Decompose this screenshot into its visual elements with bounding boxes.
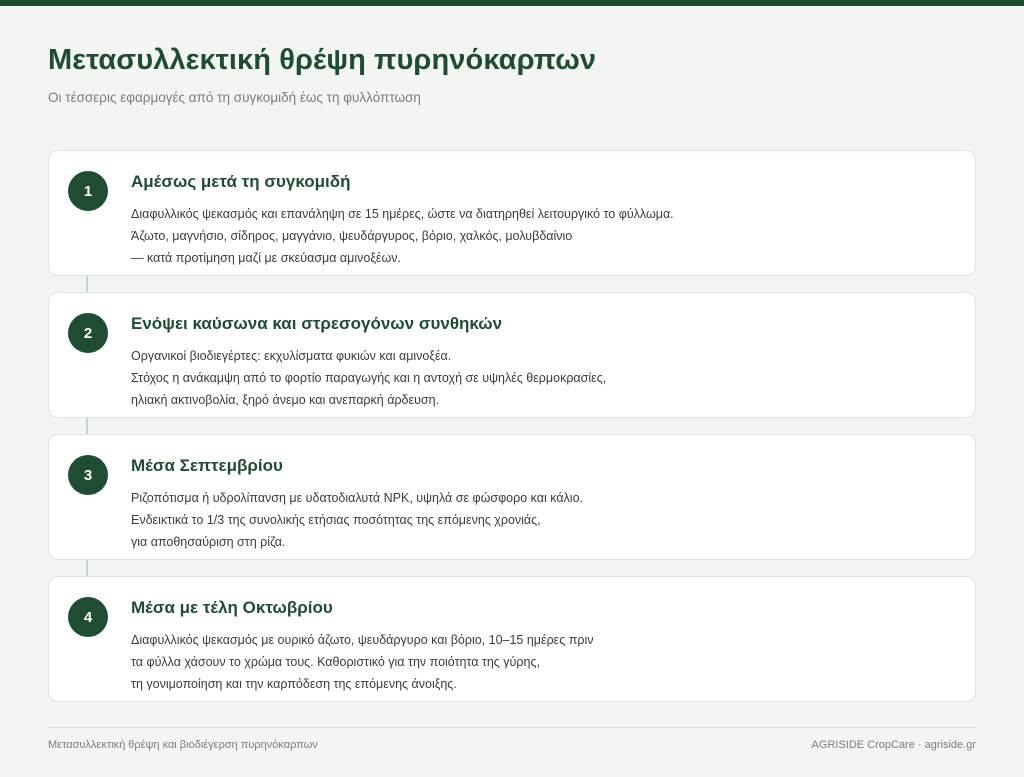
page-title: Μετασυλλεκτική θρέψη πυρηνόκαρπων xyxy=(48,44,597,76)
step-card-2: 2 Ενόψει καύσωνα και στρεσογόνων συνθηκώ… xyxy=(48,292,976,418)
step-description: Διαφυλλικός ψεκασμός με ουρικό άζωτο, ψε… xyxy=(131,629,951,695)
step-line: — κατά προτίμηση μαζί με σκεύασμα αμινοξ… xyxy=(131,251,401,265)
step-line: Διαφυλλικός ψεκασμός και επανάληψη σε 15… xyxy=(131,207,674,221)
top-accent-bar xyxy=(0,0,1024,6)
step-line: για αποθησαύριση στη ρίζα. xyxy=(131,535,286,549)
step-number-badge: 3 xyxy=(68,455,108,495)
step-line: Ενδεικτικά το 1/3 της συνολικής ετήσιας … xyxy=(131,513,541,527)
footer-brand: AGRISIDE CropCare · agriside.gr xyxy=(811,739,976,751)
step-number-badge: 1 xyxy=(68,171,108,211)
step-title: Αμέσως μετά τη συγκομιδή xyxy=(131,172,351,191)
step-line: ηλιακή ακτινοβολία, ξηρό άνεμο και ανεπα… xyxy=(131,393,440,407)
step-description: Διαφυλλικός ψεκασμός και επανάληψη σε 15… xyxy=(131,203,951,269)
step-line: Άζωτο, μαγνήσιο, σίδηρος, μαγγάνιο, ψευδ… xyxy=(131,229,573,243)
step-title: Μέσα Σεπτεμβρίου xyxy=(131,456,283,475)
step-card-4: 4 Μέσα με τέλη Οκτωβρίου Διαφυλλικός ψεκ… xyxy=(48,576,976,702)
step-line: Ριζοπότισμα ή υδρολίπανση με υδατοδιαλυτ… xyxy=(131,491,584,505)
step-number-badge: 2 xyxy=(68,313,108,353)
step-description: Οργανικοί βιοδιεγέρτες: εκχυλίσματα φυκι… xyxy=(131,345,951,411)
step-card-1: 1 Αμέσως μετά τη συγκομιδή Διαφυλλικός ψ… xyxy=(48,150,976,276)
step-description: Ριζοπότισμα ή υδρολίπανση με υδατοδιαλυτ… xyxy=(131,487,951,553)
footer-divider xyxy=(48,727,976,728)
step-line: τα φύλλα χάσουν το χρώμα τους. Καθοριστι… xyxy=(131,655,540,669)
step-number-badge: 4 xyxy=(68,597,108,637)
step-title: Ενόψει καύσωνα και στρεσογόνων συνθηκών xyxy=(131,314,503,333)
step-line: τη γονιμοποίηση και την καρπόδεση της επ… xyxy=(131,677,457,691)
step-line: Διαφυλλικός ψεκασμός με ουρικό άζωτο, ψε… xyxy=(131,633,594,647)
step-card-3: 3 Μέσα Σεπτεμβρίου Ριζοπότισμα ή υδρολίπ… xyxy=(48,434,976,560)
step-title: Μέσα με τέλη Οκτωβρίου xyxy=(131,598,333,617)
footer-document-title: Μετασυλλεκτική θρέψη και βιοδιέγερση πυρ… xyxy=(48,739,318,751)
step-line: Στόχος η ανάκαμψη από το φορτίο παραγωγή… xyxy=(131,371,607,385)
step-line: Οργανικοί βιοδιεγέρτες: εκχυλίσματα φυκι… xyxy=(131,349,452,363)
page-subtitle: Οι τέσσερις εφαρμογές από τη συγκομιδή έ… xyxy=(48,90,421,105)
